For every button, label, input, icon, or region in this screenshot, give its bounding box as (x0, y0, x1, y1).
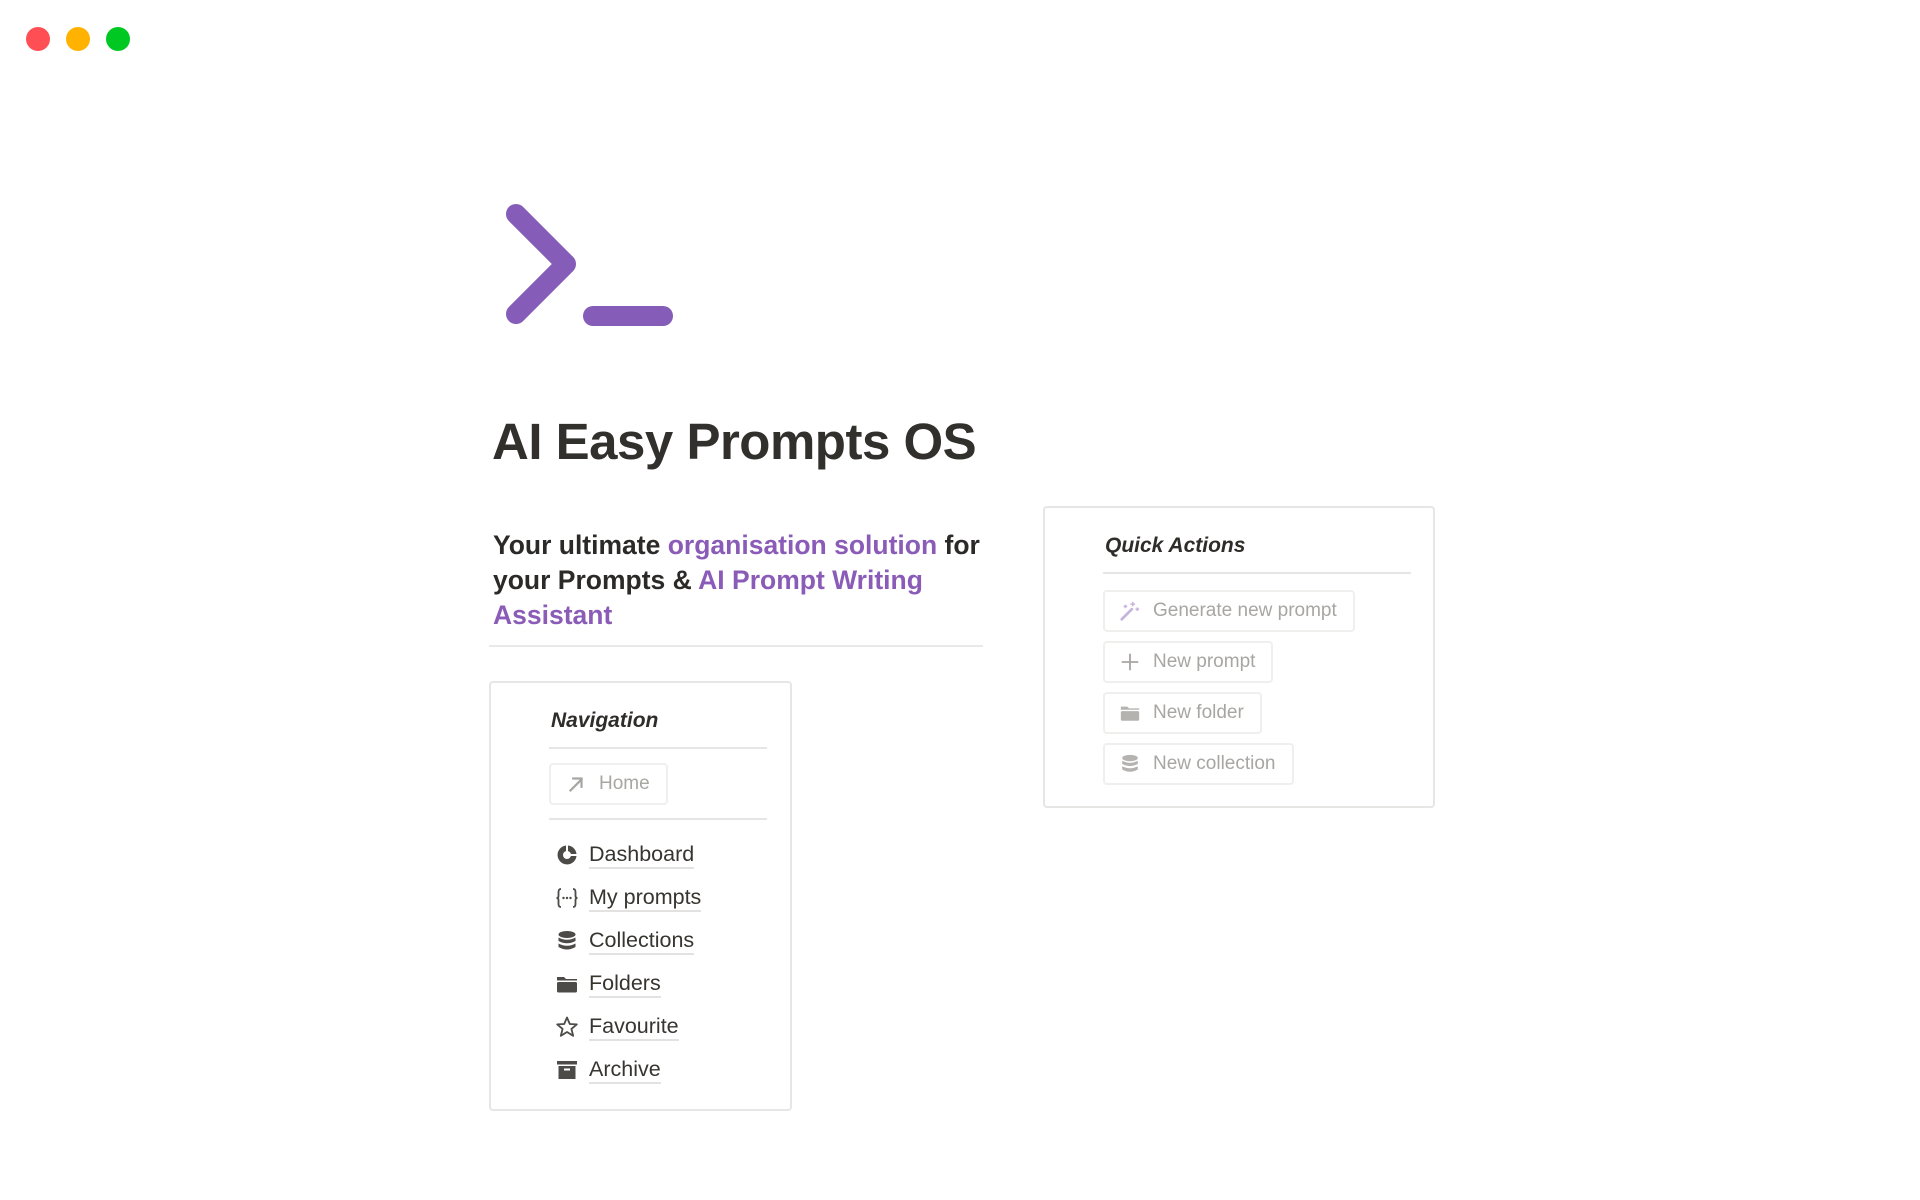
divider (549, 747, 767, 749)
pie-chart-icon (557, 845, 577, 864)
nav-item-folders[interactable]: Folders (555, 962, 701, 1005)
maximize-window-button[interactable] (106, 27, 130, 51)
nav-item-label: Archive (589, 1056, 661, 1084)
nav-item-label: My prompts (589, 884, 702, 912)
nav-item-label: Folders (589, 970, 661, 998)
button-label: New folder (1153, 702, 1244, 723)
new-folder-button[interactable]: New folder (1103, 692, 1262, 734)
page-title: AI Easy Prompts OS (492, 413, 977, 470)
button-label: New collection (1153, 753, 1276, 774)
nav-item-label: Dashboard (589, 841, 695, 869)
subtitle-accent-organisation: organisation solution (667, 530, 938, 560)
page-subtitle: Your ultimate organisation solution for … (493, 528, 993, 633)
divider (489, 645, 983, 647)
star-icon (556, 1016, 578, 1037)
new-collection-button[interactable]: New collection (1103, 743, 1294, 785)
nav-item-dashboard[interactable]: Dashboard (555, 833, 701, 876)
button-label: New prompt (1153, 651, 1256, 672)
nav-item-my-prompts[interactable]: My prompts (555, 876, 702, 919)
button-label: Generate new prompt (1153, 600, 1337, 621)
database-icon (558, 930, 576, 949)
navigation-card: Navigation Home Dashboard My prompts Col… (489, 681, 792, 1111)
terminal-prompt-icon (506, 204, 673, 326)
quick-actions-heading: Quick Actions (1105, 534, 1246, 557)
subtitle-text: Your ultimate (493, 530, 668, 560)
folder-icon (1120, 706, 1140, 721)
home-button[interactable]: Home (549, 763, 668, 805)
folder-icon (557, 976, 577, 992)
window-controls (26, 27, 130, 51)
magic-wand-icon (1120, 601, 1140, 621)
navigation-list: Dashboard My prompts Collections Folders… (555, 833, 702, 1091)
database-icon (1122, 754, 1138, 772)
archive-icon (557, 1060, 577, 1079)
close-window-button[interactable] (26, 27, 50, 51)
navigation-heading: Navigation (551, 709, 659, 732)
plus-icon (1121, 653, 1139, 671)
generate-new-prompt-button[interactable]: Generate new prompt (1103, 590, 1355, 632)
nav-item-favourite[interactable]: Favourite (555, 1005, 701, 1048)
home-button-label: Home (599, 773, 650, 794)
nav-item-label: Favourite (589, 1013, 679, 1041)
nav-item-collections[interactable]: Collections (555, 919, 701, 962)
arrow-up-right-icon (568, 777, 584, 792)
new-prompt-button[interactable]: New prompt (1103, 641, 1274, 683)
nav-item-label: Collections (589, 927, 695, 955)
quick-actions-card: Quick Actions Generate new prompt New pr… (1043, 506, 1435, 808)
divider (1103, 572, 1411, 574)
divider (549, 818, 767, 820)
nav-item-archive[interactable]: Archive (555, 1048, 701, 1091)
minimize-window-button[interactable] (66, 27, 90, 51)
braces-icon (556, 887, 578, 908)
